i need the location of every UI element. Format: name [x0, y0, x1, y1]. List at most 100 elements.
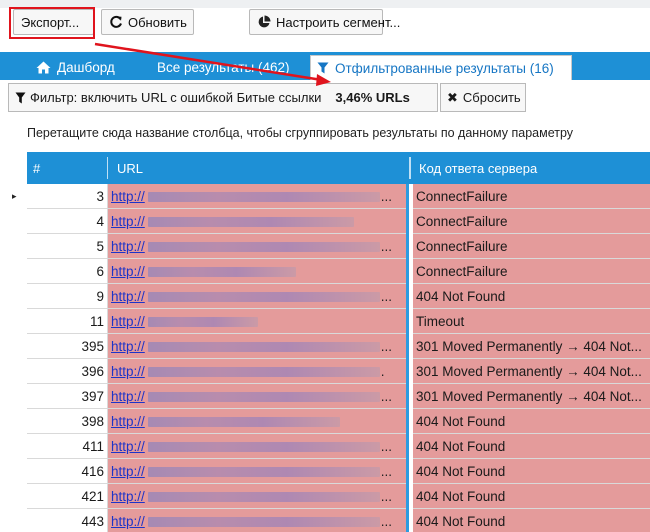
table-row[interactable]: 5 http://... ConnectFailure	[0, 234, 650, 259]
cell-status-code: ConnectFailure	[413, 234, 650, 259]
redacted-url-blur	[147, 241, 380, 252]
url-link[interactable]: http://	[111, 339, 145, 354]
table-row[interactable]: 395 http://... 301 Moved Permanently → 404…	[0, 334, 650, 359]
redacted-url-blur	[147, 391, 380, 402]
url-link[interactable]: http://	[111, 214, 145, 229]
table-row[interactable]: 416 http://... 404 Not Found	[0, 459, 650, 484]
tabs-bar: Дашборд Все результаты (462) Отфильтрова…	[0, 52, 650, 80]
truncation-dots: ...	[380, 389, 393, 404]
cell-num: 9	[27, 284, 107, 309]
filter-percent: 3,46% URLs	[335, 90, 410, 105]
filter-icon	[317, 62, 329, 74]
tab-all-results[interactable]: Все результаты (462)	[151, 55, 295, 80]
tab-filtered-results[interactable]: Отфильтрованные результаты (16)	[310, 55, 572, 80]
reset-filter-button[interactable]: ✖ Сбросить	[440, 83, 526, 112]
column-header-code[interactable]: Код ответа сервера	[419, 152, 649, 184]
cell-status-code: 404 Not Found	[413, 509, 650, 532]
truncation-dots: ...	[380, 489, 393, 504]
url-link[interactable]: http://	[111, 389, 145, 404]
tab-dashboard[interactable]: Дашборд	[30, 55, 121, 80]
table-row[interactable]: 397 http://... 301 Moved Permanently → 404…	[0, 384, 650, 409]
url-link[interactable]: http://	[111, 314, 145, 329]
cell-url: http://...	[108, 434, 406, 459]
cell-url: http://...	[108, 184, 406, 209]
table-row[interactable]: 11 http:// Timeout	[0, 309, 650, 334]
cell-url: http://...	[108, 459, 406, 484]
cell-num: 397	[27, 384, 107, 409]
column-gap	[409, 184, 413, 532]
table-row[interactable]: 443 http://... 404 Not Found	[0, 509, 650, 532]
url-link[interactable]: http://	[111, 439, 145, 454]
url-link[interactable]: http://	[111, 239, 145, 254]
column-separator[interactable]	[107, 157, 108, 179]
table-row[interactable]: 6 http:// ConnectFailure	[0, 259, 650, 284]
cell-num: 3	[27, 184, 107, 209]
filter-label: Фильтр: включить URL с ошибкой Битые ссы…	[30, 90, 322, 105]
segment-button[interactable]: Настроить сегмент...	[249, 9, 400, 35]
cell-num: 421	[27, 484, 107, 509]
truncation-dots: ...	[380, 239, 393, 254]
cell-status-code: Timeout	[413, 309, 650, 334]
cell-num: 411	[27, 434, 107, 459]
cell-num: 6	[27, 259, 107, 284]
redacted-url-blur	[147, 516, 380, 527]
cell-status-code: 404 Not Found	[413, 459, 650, 484]
url-link[interactable]: http://	[111, 264, 145, 279]
filter-pill[interactable]: Фильтр: включить URL с ошибкой Битые ссы…	[8, 83, 438, 112]
table-row[interactable]: 4 http:// ConnectFailure	[0, 209, 650, 234]
redacted-url-blur	[147, 341, 380, 352]
cell-num: 416	[27, 459, 107, 484]
segment-button-label: Настроить сегмент...	[276, 14, 401, 30]
cell-status-code: 301 Moved Permanently → 404 Not...	[413, 334, 650, 359]
table-row[interactable]: 396 http://. 301 Moved Permanently → 404 N…	[0, 359, 650, 384]
redacted-url-blur	[147, 266, 296, 277]
toolbar: Экспорт... Обновить Настроить сегмент...	[0, 0, 650, 46]
redacted-url-blur	[147, 191, 380, 202]
table-row[interactable]: 421 http://... 404 Not Found	[0, 484, 650, 509]
truncation-dots: ...	[380, 189, 393, 204]
table-row[interactable]: 411 http://... 404 Not Found	[0, 434, 650, 459]
cell-status-code: 404 Not Found	[413, 434, 650, 459]
cell-url: http://	[108, 409, 406, 434]
home-icon	[36, 61, 51, 74]
tab-all-results-label: Все результаты (462)	[157, 60, 290, 75]
cell-url: http://...	[108, 509, 406, 532]
tab-filtered-results-label: Отфильтрованные результаты (16)	[335, 60, 554, 76]
url-link[interactable]: http://	[111, 489, 145, 504]
column-header-url[interactable]: URL	[117, 152, 397, 184]
url-link[interactable]: http://	[111, 364, 145, 379]
redacted-url-blur	[147, 416, 340, 427]
cell-status-code: 301 Moved Permanently → 404 Not...	[413, 384, 650, 409]
url-link[interactable]: http://	[111, 414, 145, 429]
url-link[interactable]: http://	[111, 514, 145, 529]
cell-status-code: 404 Not Found	[413, 484, 650, 509]
redacted-url-blur	[147, 466, 380, 477]
cell-num: 396	[27, 359, 107, 384]
cell-url: http://	[108, 209, 406, 234]
refresh-button-label: Обновить	[128, 14, 187, 30]
close-icon: ✖	[447, 89, 458, 105]
url-link[interactable]: http://	[111, 189, 145, 204]
group-by-hint[interactable]: Перетащите сюда название столбца, чтобы …	[27, 126, 573, 140]
refresh-button[interactable]: Обновить	[101, 9, 194, 35]
truncation-dots: ...	[380, 464, 393, 479]
results-grid: # URL Код ответа сервера ▸ 3 http://... Con…	[0, 152, 650, 532]
cell-url: http://.	[108, 359, 406, 384]
column-separator[interactable]	[409, 157, 411, 179]
cell-num: 5	[27, 234, 107, 259]
cell-num: 443	[27, 509, 107, 532]
url-link[interactable]: http://	[111, 464, 145, 479]
cell-url: http://...	[108, 284, 406, 309]
cell-url: http://	[108, 259, 406, 284]
cell-url: http://	[108, 309, 406, 334]
redacted-url-blur	[147, 366, 380, 377]
column-header-num[interactable]: #	[33, 152, 103, 184]
cell-status-code: 404 Not Found	[413, 284, 650, 309]
export-highlight-box	[9, 7, 95, 39]
url-link[interactable]: http://	[111, 289, 145, 304]
redacted-url-blur	[147, 291, 380, 302]
table-row[interactable]: 9 http://... 404 Not Found	[0, 284, 650, 309]
table-row[interactable]: ▸ 3 http://... ConnectFailure	[0, 184, 650, 209]
table-row[interactable]: 398 http:// 404 Not Found	[0, 409, 650, 434]
redacted-url-blur	[147, 491, 380, 502]
